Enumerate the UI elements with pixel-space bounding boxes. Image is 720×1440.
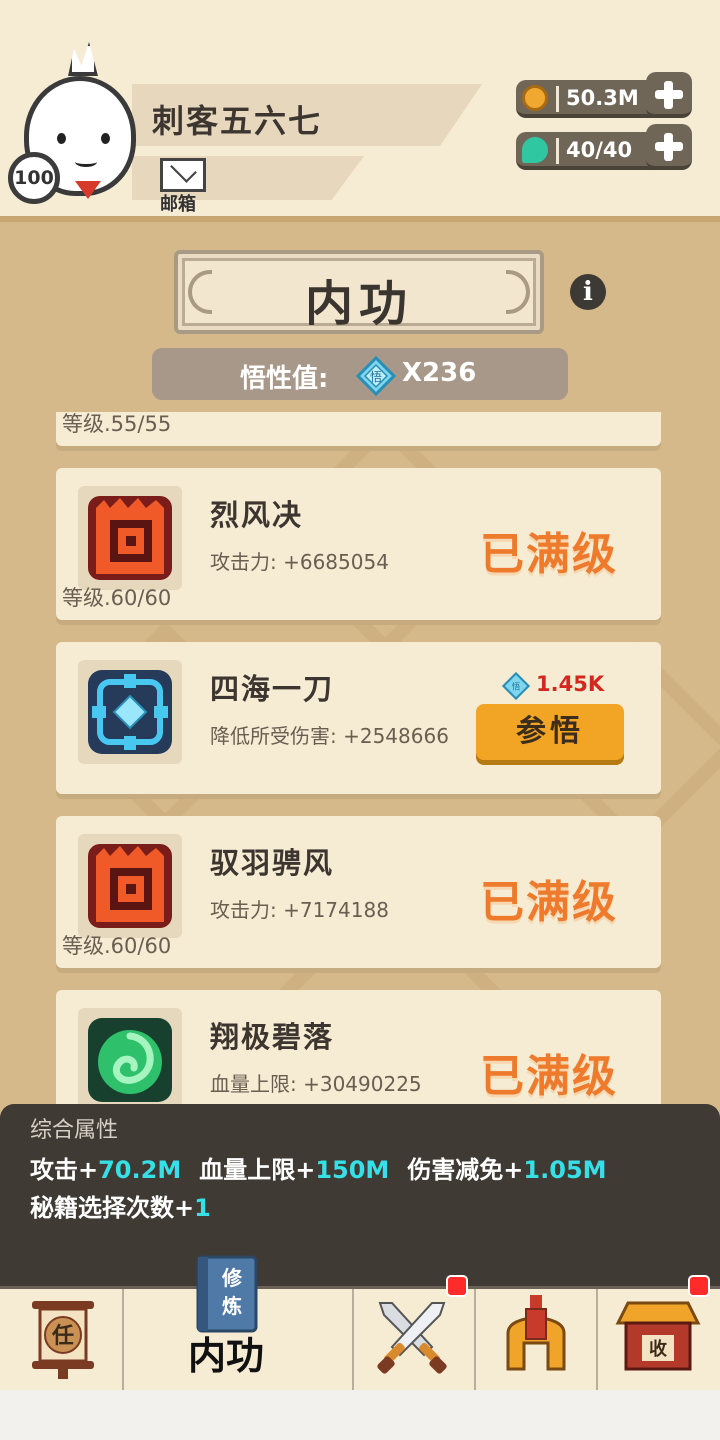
svg-text:修: 修 <box>221 1266 243 1290</box>
attributes-panel: 综合属性 攻击+70.2M 血量上限+150M 伤害减免+1.05M 秘籍选择次数+… <box>0 1104 720 1286</box>
skill-level: 等级.60/60 <box>62 934 172 958</box>
fire-scroll-icon <box>88 496 172 580</box>
svg-text:悟: 悟 <box>512 682 521 692</box>
nav-internal-skills[interactable]: 修 炼 内功 <box>124 1255 354 1393</box>
top-bar: 100 刺客五六七 邮箱 50.3M 40/40 <box>0 0 720 222</box>
svg-text:炼: 炼 <box>222 1294 242 1318</box>
max-level-label: 已满级 <box>480 529 618 580</box>
add-energy-button[interactable] <box>646 124 692 170</box>
skill-stat: 降低所受伤害: +2548666 <box>210 724 449 748</box>
player-level-badge: 100 <box>8 152 60 204</box>
shop-stall-icon: 收 <box>615 1301 701 1371</box>
info-button[interactable]: i <box>570 274 606 310</box>
player-name: 刺客五六七 <box>152 102 323 140</box>
attr-value: 70.2M <box>98 1156 182 1184</box>
skill-stat: 攻击力: +7174188 <box>210 898 389 922</box>
divider <box>556 86 559 112</box>
attributes-title: 综合属性 <box>30 1118 119 1143</box>
wuxing-gem-icon: 悟 <box>502 672 530 700</box>
skill-name: 翔极碧落 <box>210 1020 335 1054</box>
attr-label: 攻击+ <box>30 1156 99 1184</box>
envelope-icon <box>160 158 206 192</box>
nav-active-label: 内功 <box>188 1334 265 1378</box>
cultivation-book-icon: 修 炼 <box>196 1255 258 1333</box>
nav-equipment[interactable] <box>476 1289 598 1393</box>
avatar-tuft <box>68 42 98 76</box>
avatar-mouth <box>75 157 97 167</box>
skill-icon-frame[interactable] <box>78 660 182 764</box>
max-level-label: 已满级 <box>480 1051 618 1102</box>
energy-value: 40/40 <box>566 138 633 162</box>
avatar-eye <box>101 133 110 144</box>
attr-label: 秘籍选择次数+ <box>30 1194 195 1222</box>
wuxing-value: X236 <box>402 358 477 388</box>
system-bar-area <box>0 1390 720 1440</box>
nav-shop[interactable]: 收 <box>598 1275 720 1393</box>
coin-value: 50.3M <box>566 86 639 110</box>
add-coins-button[interactable] <box>646 72 692 118</box>
wuxing-gem-icon: 悟 <box>356 356 396 396</box>
skill-card: 等级.60/60 烈风决 攻击力: +6685054 已满级 <box>56 468 661 620</box>
task-scroll-icon: 任 <box>32 1301 94 1379</box>
skill-icon-frame[interactable] <box>78 834 182 938</box>
attr-value: 1.05M <box>523 1156 607 1184</box>
skill-icon-frame[interactable] <box>78 1008 182 1104</box>
nav-tasks[interactable]: 任 <box>0 1289 124 1393</box>
coin-icon <box>522 85 548 111</box>
notification-dot <box>688 1275 710 1297</box>
skill-level: 等级.55/55 <box>62 412 172 436</box>
skill-card: 四海一刀 降低所受伤害: +2548666 悟 1.45K 参悟 <box>56 642 661 794</box>
nav-battle[interactable] <box>354 1275 476 1393</box>
helmet-icon <box>506 1295 566 1371</box>
skill-stat: 攻击力: +6685054 <box>210 550 389 574</box>
shop-char: 收 <box>649 1338 667 1360</box>
wuxing-label: 悟性值: <box>240 364 329 394</box>
skill-name: 四海一刀 <box>210 672 335 706</box>
attr-value: 1 <box>194 1194 211 1222</box>
skill-icon-frame[interactable] <box>78 486 182 590</box>
skill-list[interactable]: 等级.55/55 等级.60/60 烈风决 攻击力: +6685054 已满级 <box>0 412 720 1104</box>
attributes-line: 攻击+70.2M 血量上限+150M 伤害减免+1.05M <box>30 1150 607 1185</box>
attr-label: 血量上限+ <box>199 1156 316 1184</box>
page-title: 内功 <box>304 276 413 332</box>
crossed-swords-icon <box>377 1302 447 1374</box>
attr-label: 伤害减免+ <box>407 1156 524 1184</box>
mailbox-button[interactable]: 邮箱 <box>156 156 212 215</box>
wuxing-bar: 悟性值: 悟 X236 <box>152 348 568 400</box>
attributes-line: 秘籍选择次数+1 <box>30 1188 211 1223</box>
skill-name: 烈风决 <box>210 498 304 532</box>
skill-level: 等级.60/60 <box>62 586 172 610</box>
mailbox-label: 邮箱 <box>160 194 196 215</box>
max-level-label: 已满级 <box>480 877 618 928</box>
bottom-nav: 任 修 炼 内功 收 <box>0 1255 720 1393</box>
skill-stat: 血量上限: +30490225 <box>210 1072 422 1096</box>
task-char: 任 <box>51 1323 74 1349</box>
blue-crystal-icon <box>88 670 172 754</box>
skill-card: 等级.55/55 <box>56 412 661 446</box>
green-swirl-icon <box>88 1018 172 1102</box>
comprehend-button[interactable]: 参悟 <box>476 704 624 760</box>
avatar-scarf <box>75 181 101 199</box>
skill-card: 翔极碧落 血量上限: +30490225 已满级 <box>56 990 661 1104</box>
comprehend-cost: 1.45K <box>536 672 605 696</box>
divider <box>556 138 559 164</box>
skill-name: 驭羽骋风 <box>210 846 335 880</box>
title-frame: 内功 <box>174 250 544 334</box>
jade-drop-icon <box>522 137 548 163</box>
svg-text:悟: 悟 <box>370 369 382 384</box>
avatar-eye <box>57 133 66 144</box>
skill-card: 等级.60/60 驭羽骋风 攻击力: +7174188 已满级 <box>56 816 661 968</box>
info-icon: i <box>583 277 593 307</box>
fire-scroll-icon <box>88 844 172 928</box>
notification-dot <box>446 1275 468 1297</box>
attr-value: 150M <box>315 1156 390 1184</box>
